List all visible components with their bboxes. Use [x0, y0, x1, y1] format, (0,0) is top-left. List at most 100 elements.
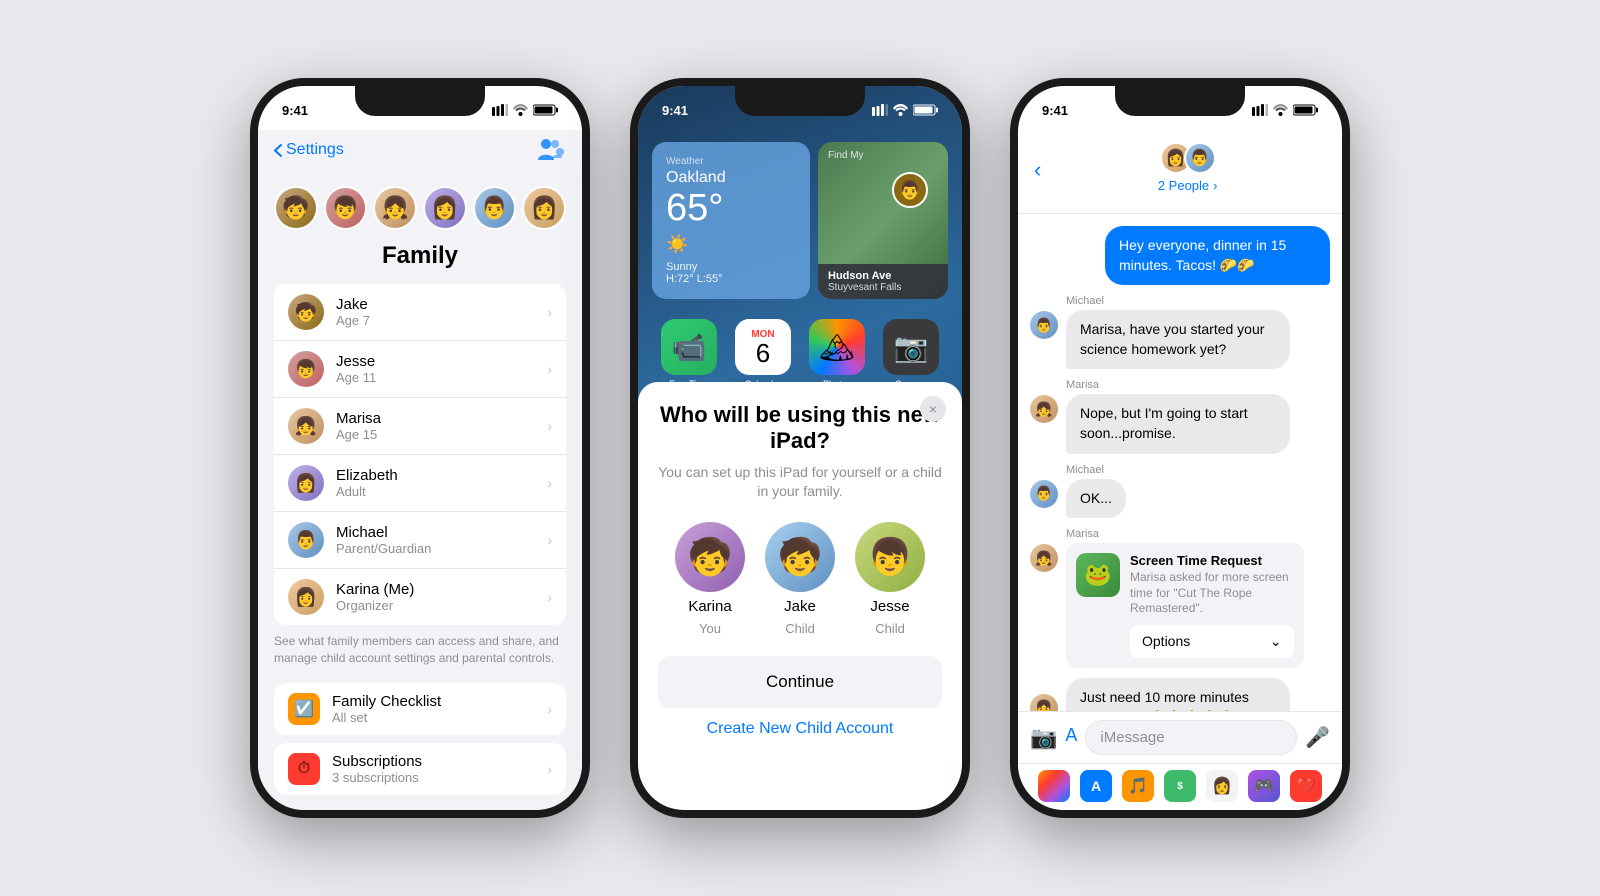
findmy-label: Hudson Ave Stuyvesant Falls [818, 264, 948, 299]
camera-input-icon[interactable]: 📷 [1030, 725, 1057, 751]
elizabeth-sub: Adult [336, 484, 547, 499]
family-avatar-row: 🧒 👦 👧 👩 👨 👩 [258, 174, 582, 238]
elizabeth-chevron: › [547, 475, 552, 491]
screen-time-title: Screen Time Request [1130, 553, 1294, 568]
marisa-avatar: 👧 [288, 408, 324, 444]
options-label: Options [1142, 633, 1190, 649]
calendar-app[interactable]: MON 6 Calendar [735, 319, 791, 389]
jesse-avatar: 👦 [288, 351, 324, 387]
group-name-row[interactable]: 2 People › [1158, 178, 1218, 193]
screen-time-desc: Marisa asked for more screen time for "C… [1130, 570, 1294, 617]
sent-bubble-tacos: Hey everyone, dinner in 15 minutes. Taco… [1105, 226, 1330, 285]
marisa-sender-label-2: Marisa [1066, 528, 1330, 540]
modal-title: Who will be using this new iPad? [658, 402, 942, 455]
elizabeth-info: Elizabeth Adult [336, 467, 547, 499]
group-avatars: 👩 👨 [1160, 142, 1216, 174]
jesse-sub: Age 11 [336, 370, 547, 385]
elizabeth-name: Elizabeth [336, 467, 547, 484]
marisa-bubble-3: Just need 10 more minutes pleeeease 🙏🙏🙏🙏… [1066, 678, 1290, 711]
messages-content: ‹ 👩 👨 2 People › Hey everyone, dinner in… [1018, 130, 1342, 810]
family-avatar-michael: 👨 [473, 186, 517, 230]
michael-msg-avatar: 👨 [1030, 311, 1058, 339]
family-member-michael[interactable]: 👨 Michael Parent/Guardian › [274, 512, 566, 569]
family-member-jake[interactable]: 🧒 Jake Age 7 › [274, 284, 566, 341]
modal-subtitle: You can set up this iPad for yourself or… [658, 463, 942, 502]
modal-users-row: 🧒 Karina You 🧒 Jake Child 👦 Jesse Child [658, 522, 942, 636]
continue-button[interactable]: Continue [658, 656, 942, 708]
facetime-app[interactable]: 📹 FaceTime [661, 319, 717, 389]
received-pleeeease: 👧 Just need 10 more minutes pleeeease 🙏🙏… [1030, 678, 1330, 711]
appstore-input-icon[interactable]: A [1065, 725, 1077, 751]
modal-close-button[interactable]: × [920, 396, 946, 422]
family-member-elizabeth[interactable]: 👩 Elizabeth Adult › [274, 455, 566, 512]
checklist-icon: ☑️ [288, 693, 320, 725]
status-icons-1 [492, 104, 558, 116]
findmy-location: Hudson Ave [828, 270, 938, 282]
cash-app-icon[interactable]: $ [1164, 770, 1196, 802]
subscriptions-row[interactable]: ⏱ Subscriptions 3 subscriptions › [274, 743, 566, 795]
karina-avatar: 👩 [288, 579, 324, 615]
family-member-jesse[interactable]: 👦 Jesse Age 11 › [274, 341, 566, 398]
microphone-icon[interactable]: 🎤 [1305, 725, 1330, 750]
ipad-setup-modal: × Who will be using this new iPad? You c… [638, 382, 962, 766]
family-checklist-row[interactable]: ☑️ Family Checklist All set › [274, 683, 566, 735]
received-michael-homework: 👨 Michael Marisa, have you started your … [1030, 295, 1330, 369]
group-info: 👩 👨 2 People › [1049, 138, 1326, 201]
group-avatar-2: 👨 [1184, 142, 1216, 174]
family-member-karina[interactable]: 👩 Karina (Me) Organizer › [274, 569, 566, 625]
karina-chevron: › [547, 589, 552, 605]
jake-name: Jake [336, 296, 547, 313]
family-title: Family [258, 238, 582, 284]
phone1-content: Settings 🧒 👦 👧 👩 👨 👩 Family [258, 130, 582, 810]
weather-header: Weather [666, 156, 796, 167]
marisa-name: Marisa [336, 410, 547, 427]
screen-time-options[interactable]: Options ⌄ [1130, 625, 1294, 658]
imessage-input[interactable]: iMessage [1085, 720, 1297, 755]
michael-name: Michael [336, 524, 547, 541]
family-avatar-karina: 👩 [522, 186, 566, 230]
modal-user-jake[interactable]: 🧒 Jake Child [765, 522, 835, 636]
michael-msg-content-2: Michael OK... [1066, 464, 1330, 519]
family-sharing-icon[interactable] [534, 134, 566, 166]
marisa-bubble-1: Nope, but I'm going to start soon...prom… [1066, 394, 1290, 453]
more-apps-icon[interactable]: 🎮 [1248, 770, 1280, 802]
marisa-msg-avatar-1: 👧 [1030, 395, 1058, 423]
michael-bubble: Marisa, have you started your science ho… [1066, 310, 1290, 369]
app-suggestions-row: A 🎵 $ 👩 🎮 ❤️ [1018, 763, 1342, 810]
messages-back-button[interactable]: ‹ [1034, 157, 1041, 183]
status-icons-3 [1252, 104, 1318, 116]
karina-info: Karina (Me) Organizer [336, 581, 547, 613]
jake-chevron: › [547, 304, 552, 320]
photos-app-icon[interactable] [1038, 770, 1070, 802]
family-avatar-jesse: 👦 [324, 186, 368, 230]
subscriptions-icon: ⏱ [288, 753, 320, 785]
michael-sender-label: Michael [1066, 295, 1330, 307]
photos-app[interactable]: 🏔 Photos [809, 319, 865, 389]
back-button-1[interactable]: Settings [274, 141, 344, 159]
michael-bubble-2: OK... [1066, 479, 1126, 519]
appstore-app-icon[interactable]: A [1080, 770, 1112, 802]
screen-time-request-card: 🐸 Screen Time Request Marisa asked for m… [1066, 543, 1304, 668]
facetime-icon: 📹 [661, 319, 717, 375]
checklist-sub: All set [332, 710, 547, 725]
camera-icon: 📷 [883, 319, 939, 375]
phone-2-ipad-setup: 9:41 Weather Oakland 65° ☀️ Sunny H [630, 78, 970, 818]
memoji-app-icon[interactable]: 👩 [1206, 770, 1238, 802]
another-app-icon[interactable]: ❤️ [1290, 770, 1322, 802]
create-child-account-link[interactable]: Create New Child Account [658, 720, 942, 738]
subscriptions-chevron: › [547, 761, 552, 777]
audio-app-icon[interactable]: 🎵 [1122, 770, 1154, 802]
cut-the-rope-icon: 🐸 [1076, 553, 1120, 597]
family-footer-text: See what family members can access and s… [258, 625, 582, 675]
calendar-icon: MON 6 [735, 319, 791, 375]
family-member-marisa[interactable]: 👧 Marisa Age 15 › [274, 398, 566, 455]
phone-1-family-settings: 9:41 Settings 🧒 [250, 78, 590, 818]
modal-user-karina[interactable]: 🧒 Karina You [675, 522, 745, 636]
jesse-modal-role: Child [875, 621, 905, 636]
modal-user-jesse[interactable]: 👦 Jesse Child [855, 522, 925, 636]
weather-widget: Weather Oakland 65° ☀️ Sunny H:72° L:55° [652, 142, 810, 299]
camera-app[interactable]: 📷 Camera [883, 319, 939, 389]
messages-area: Hey everyone, dinner in 15 minutes. Taco… [1018, 214, 1342, 711]
ipad-wallpaper-bg: Weather Oakland 65° ☀️ Sunny H:72° L:55°… [638, 86, 962, 766]
messages-header: ‹ 👩 👨 2 People › [1018, 130, 1342, 214]
